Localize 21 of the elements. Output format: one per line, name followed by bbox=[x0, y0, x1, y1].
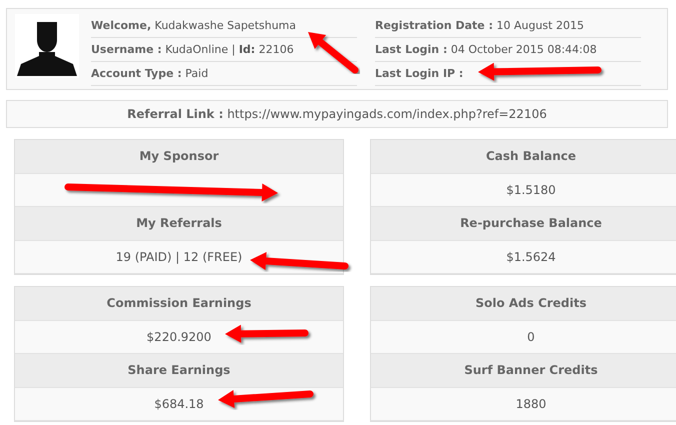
card-value: $1.5180 bbox=[371, 174, 676, 207]
card-header: Surf Banner Credits bbox=[371, 354, 676, 388]
card-value: $220.9200 bbox=[15, 321, 343, 354]
avatar-icon bbox=[15, 14, 79, 78]
card-value: 19 (PAID) | 12 (FREE) bbox=[15, 241, 343, 274]
card-header: Commission Earnings bbox=[15, 287, 343, 321]
card-header: My Sponsor bbox=[15, 140, 343, 174]
card-header: Solo Ads Credits bbox=[371, 287, 676, 321]
card-value: $684.18 bbox=[15, 388, 343, 421]
card-value: 0 bbox=[371, 321, 676, 354]
card-value: $1.5624 bbox=[371, 241, 676, 274]
info-row: Account Type : Paid bbox=[91, 62, 357, 86]
info-row: Last Login : 04 October 2015 08:44:08 bbox=[375, 38, 641, 62]
card-header: My Referrals bbox=[15, 207, 343, 241]
card-value: 1880 bbox=[371, 388, 676, 421]
referral-bar: Referral Link : https://www.mypayingads.com/index.php?ref=22106 bbox=[6, 100, 668, 128]
card-header: Cash Balance bbox=[371, 140, 676, 174]
card-header: Share Earnings bbox=[15, 354, 343, 388]
card-header: Re-purchase Balance bbox=[371, 207, 676, 241]
annotation-arrow bbox=[308, 32, 358, 74]
info-row: Registration Date : 10 August 2015 bbox=[375, 14, 641, 38]
